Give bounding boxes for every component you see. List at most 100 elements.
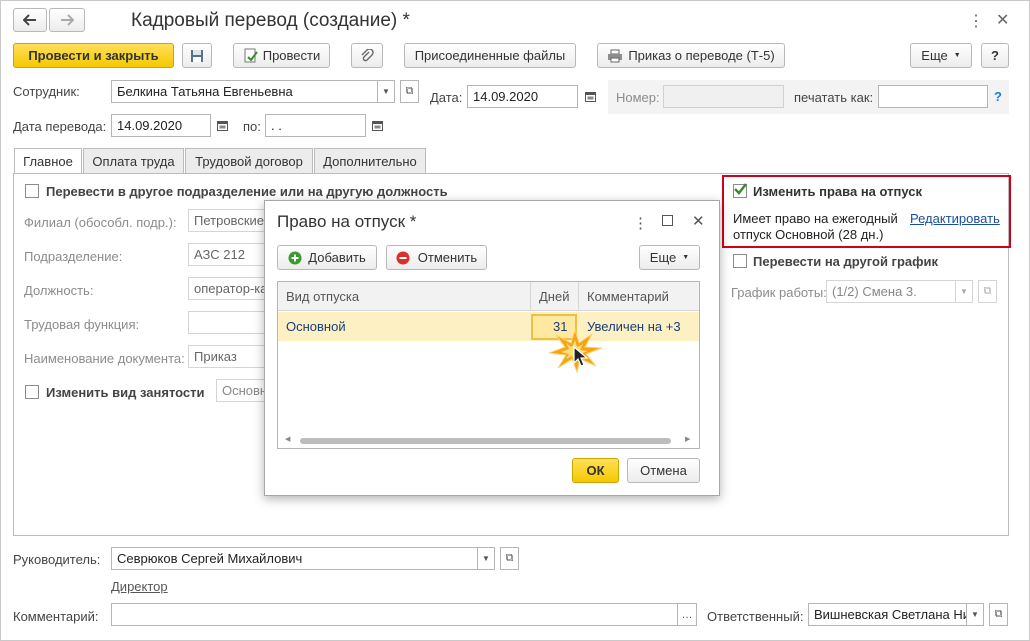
dialog-menu-icon[interactable]: ⋮ xyxy=(633,214,648,232)
comment-label: Комментарий: xyxy=(13,609,99,624)
table-scroll-left-icon[interactable]: ◀ xyxy=(285,435,290,443)
mouse-cursor-icon xyxy=(573,346,589,367)
comment-expand-icon[interactable]: … xyxy=(677,603,697,626)
dialog-add-button[interactable]: Добавить xyxy=(277,245,377,270)
to-date-field[interactable]: . . xyxy=(265,114,366,137)
employee-dropdown-icon[interactable]: ▼ xyxy=(377,80,395,103)
manager-label: Руководитель: xyxy=(13,552,101,567)
dialog-close-icon[interactable]: ✕ xyxy=(692,212,705,230)
number-field xyxy=(663,85,784,108)
position-field: оператор-ка xyxy=(188,277,268,300)
to-label: по: xyxy=(243,119,261,134)
to-calendar-icon[interactable] xyxy=(368,114,386,137)
employment-checkbox-label: Изменить вид занятости xyxy=(46,385,205,400)
dialog-add-label: Добавить xyxy=(308,250,366,265)
minus-circle-icon xyxy=(396,251,410,264)
save-button[interactable] xyxy=(182,43,212,68)
window-close-icon[interactable]: ✕ xyxy=(996,10,1009,30)
manager-dropdown-icon[interactable]: ▼ xyxy=(477,547,495,570)
tab-payment[interactable]: Оплата труда xyxy=(83,148,184,173)
tab-main[interactable]: Главное xyxy=(14,148,82,174)
more-label: Еще xyxy=(921,48,948,63)
dialog-title: Право на отпуск * xyxy=(277,212,417,231)
plus-circle-icon xyxy=(288,251,302,264)
dropdown-arrow-icon: ▼ xyxy=(953,52,961,59)
department-label: Подразделение: xyxy=(24,249,123,264)
manager-open-icon[interactable]: ⧉ xyxy=(500,547,519,570)
employee-field[interactable]: Белкина Татьяна Евгеньевна xyxy=(111,80,378,103)
help-button[interactable]: ? xyxy=(981,43,1009,68)
date-field[interactable]: 14.09.2020 xyxy=(467,85,578,108)
dialog-cancel-button[interactable]: Отменить xyxy=(386,245,487,270)
calendar-icon[interactable] xyxy=(581,85,599,108)
docname-label: Наименование документа: xyxy=(24,351,185,366)
transfer-checkbox-label: Перевести в другое подразделение или на … xyxy=(46,184,448,199)
employment-checkbox[interactable] xyxy=(25,385,39,399)
schedule-dropdown-icon: ▼ xyxy=(955,280,973,303)
schedule-checkbox-label: Перевести на другой график xyxy=(753,254,939,269)
responsible-dropdown-icon[interactable]: ▼ xyxy=(966,603,984,626)
table-scroll-right-icon[interactable]: ▶ xyxy=(685,435,690,443)
tab-additional[interactable]: Дополнительно xyxy=(314,148,426,173)
schedule-field: (1/2) Смена 3. xyxy=(826,280,956,303)
manager-field[interactable]: Севрюков Сергей Михайлович xyxy=(111,547,478,570)
dialog-maximize-icon[interactable] xyxy=(662,215,673,226)
more-button[interactable]: Еще ▼ xyxy=(910,43,972,68)
column-header-type[interactable]: Вид отпуска xyxy=(286,289,359,304)
document-post-icon xyxy=(244,48,258,62)
date-label: Дата: xyxy=(430,90,463,105)
dialog-cancel-label: Отменить xyxy=(417,250,478,265)
post-button[interactable]: Провести xyxy=(233,43,330,68)
column-divider xyxy=(578,282,579,311)
docname-field: Приказ xyxy=(188,345,268,368)
comment-field[interactable] xyxy=(111,603,678,626)
employee-open-icon[interactable]: ⧉ xyxy=(400,80,419,103)
vacation-checkbox[interactable] xyxy=(733,183,747,198)
dialog-ok-button[interactable]: ОК xyxy=(572,458,619,483)
attach-button[interactable] xyxy=(351,43,383,68)
print-as-field[interactable] xyxy=(878,85,988,108)
attached-files-button[interactable]: Присоединенные файлы xyxy=(404,43,576,68)
employee-label: Сотрудник: xyxy=(13,84,80,99)
post-and-close-button[interactable]: Провести и закрыть xyxy=(13,43,174,68)
print-as-help-icon[interactable]: ? xyxy=(994,89,1002,104)
table-scrollbar[interactable] xyxy=(300,438,671,444)
schedule-open-icon: ⧉ xyxy=(978,280,997,303)
transfer-checkbox[interactable] xyxy=(25,184,39,198)
schedule-label: График работы: xyxy=(731,285,827,300)
post-button-label: Провести xyxy=(262,48,321,63)
vacation-text-line1: Имеет право на ежегодный xyxy=(733,211,898,226)
transfer-date-field[interactable]: 14.09.2020 xyxy=(111,114,211,137)
order-print-button[interactable]: Приказ о переводе (Т-5) xyxy=(597,43,785,68)
row-type-cell[interactable]: Основной xyxy=(286,319,346,334)
responsible-field[interactable]: Вишневская Светлана Ни xyxy=(808,603,967,626)
edit-vacation-link[interactable]: Редактировать xyxy=(910,211,1000,226)
window-title: Кадровый перевод (создание) * xyxy=(131,10,410,31)
function-field xyxy=(188,311,268,334)
floppy-disk-icon xyxy=(191,49,203,62)
manager-position-link[interactable]: Директор xyxy=(111,579,168,594)
arrow-left-icon xyxy=(23,14,36,26)
vacation-checkbox-label: Изменить права на отпуск xyxy=(753,184,922,199)
dialog-close-button[interactable]: Отмена xyxy=(627,458,700,483)
back-button[interactable] xyxy=(13,8,47,32)
branch-label: Филиал (обособл. подр.): xyxy=(24,215,177,230)
window-menu-icon[interactable]: ⋮ xyxy=(968,11,984,31)
schedule-checkbox[interactable] xyxy=(733,254,747,268)
responsible-open-icon[interactable]: ⧉ xyxy=(989,603,1008,626)
transfer-date-label: Дата перевода: xyxy=(13,119,107,134)
forward-button[interactable] xyxy=(49,8,85,32)
dialog-more-button[interactable]: Еще ▼ xyxy=(639,245,700,270)
dropdown-arrow-icon: ▼ xyxy=(682,254,690,261)
printer-icon xyxy=(608,49,623,62)
employment-field: Основн xyxy=(216,379,268,402)
column-header-comment[interactable]: Комментарий xyxy=(587,289,669,304)
position-label: Должность: xyxy=(24,283,94,298)
responsible-label: Ответственный: xyxy=(707,609,804,624)
vacation-text-line2: отпуск Основной (28 дн.) xyxy=(733,227,884,242)
column-divider xyxy=(530,282,531,311)
tab-contract[interactable]: Трудовой договор xyxy=(185,148,313,173)
transfer-calendar-icon[interactable] xyxy=(213,114,231,137)
branch-field: Петровские xyxy=(188,209,268,232)
column-header-days[interactable]: Дней xyxy=(539,289,569,304)
